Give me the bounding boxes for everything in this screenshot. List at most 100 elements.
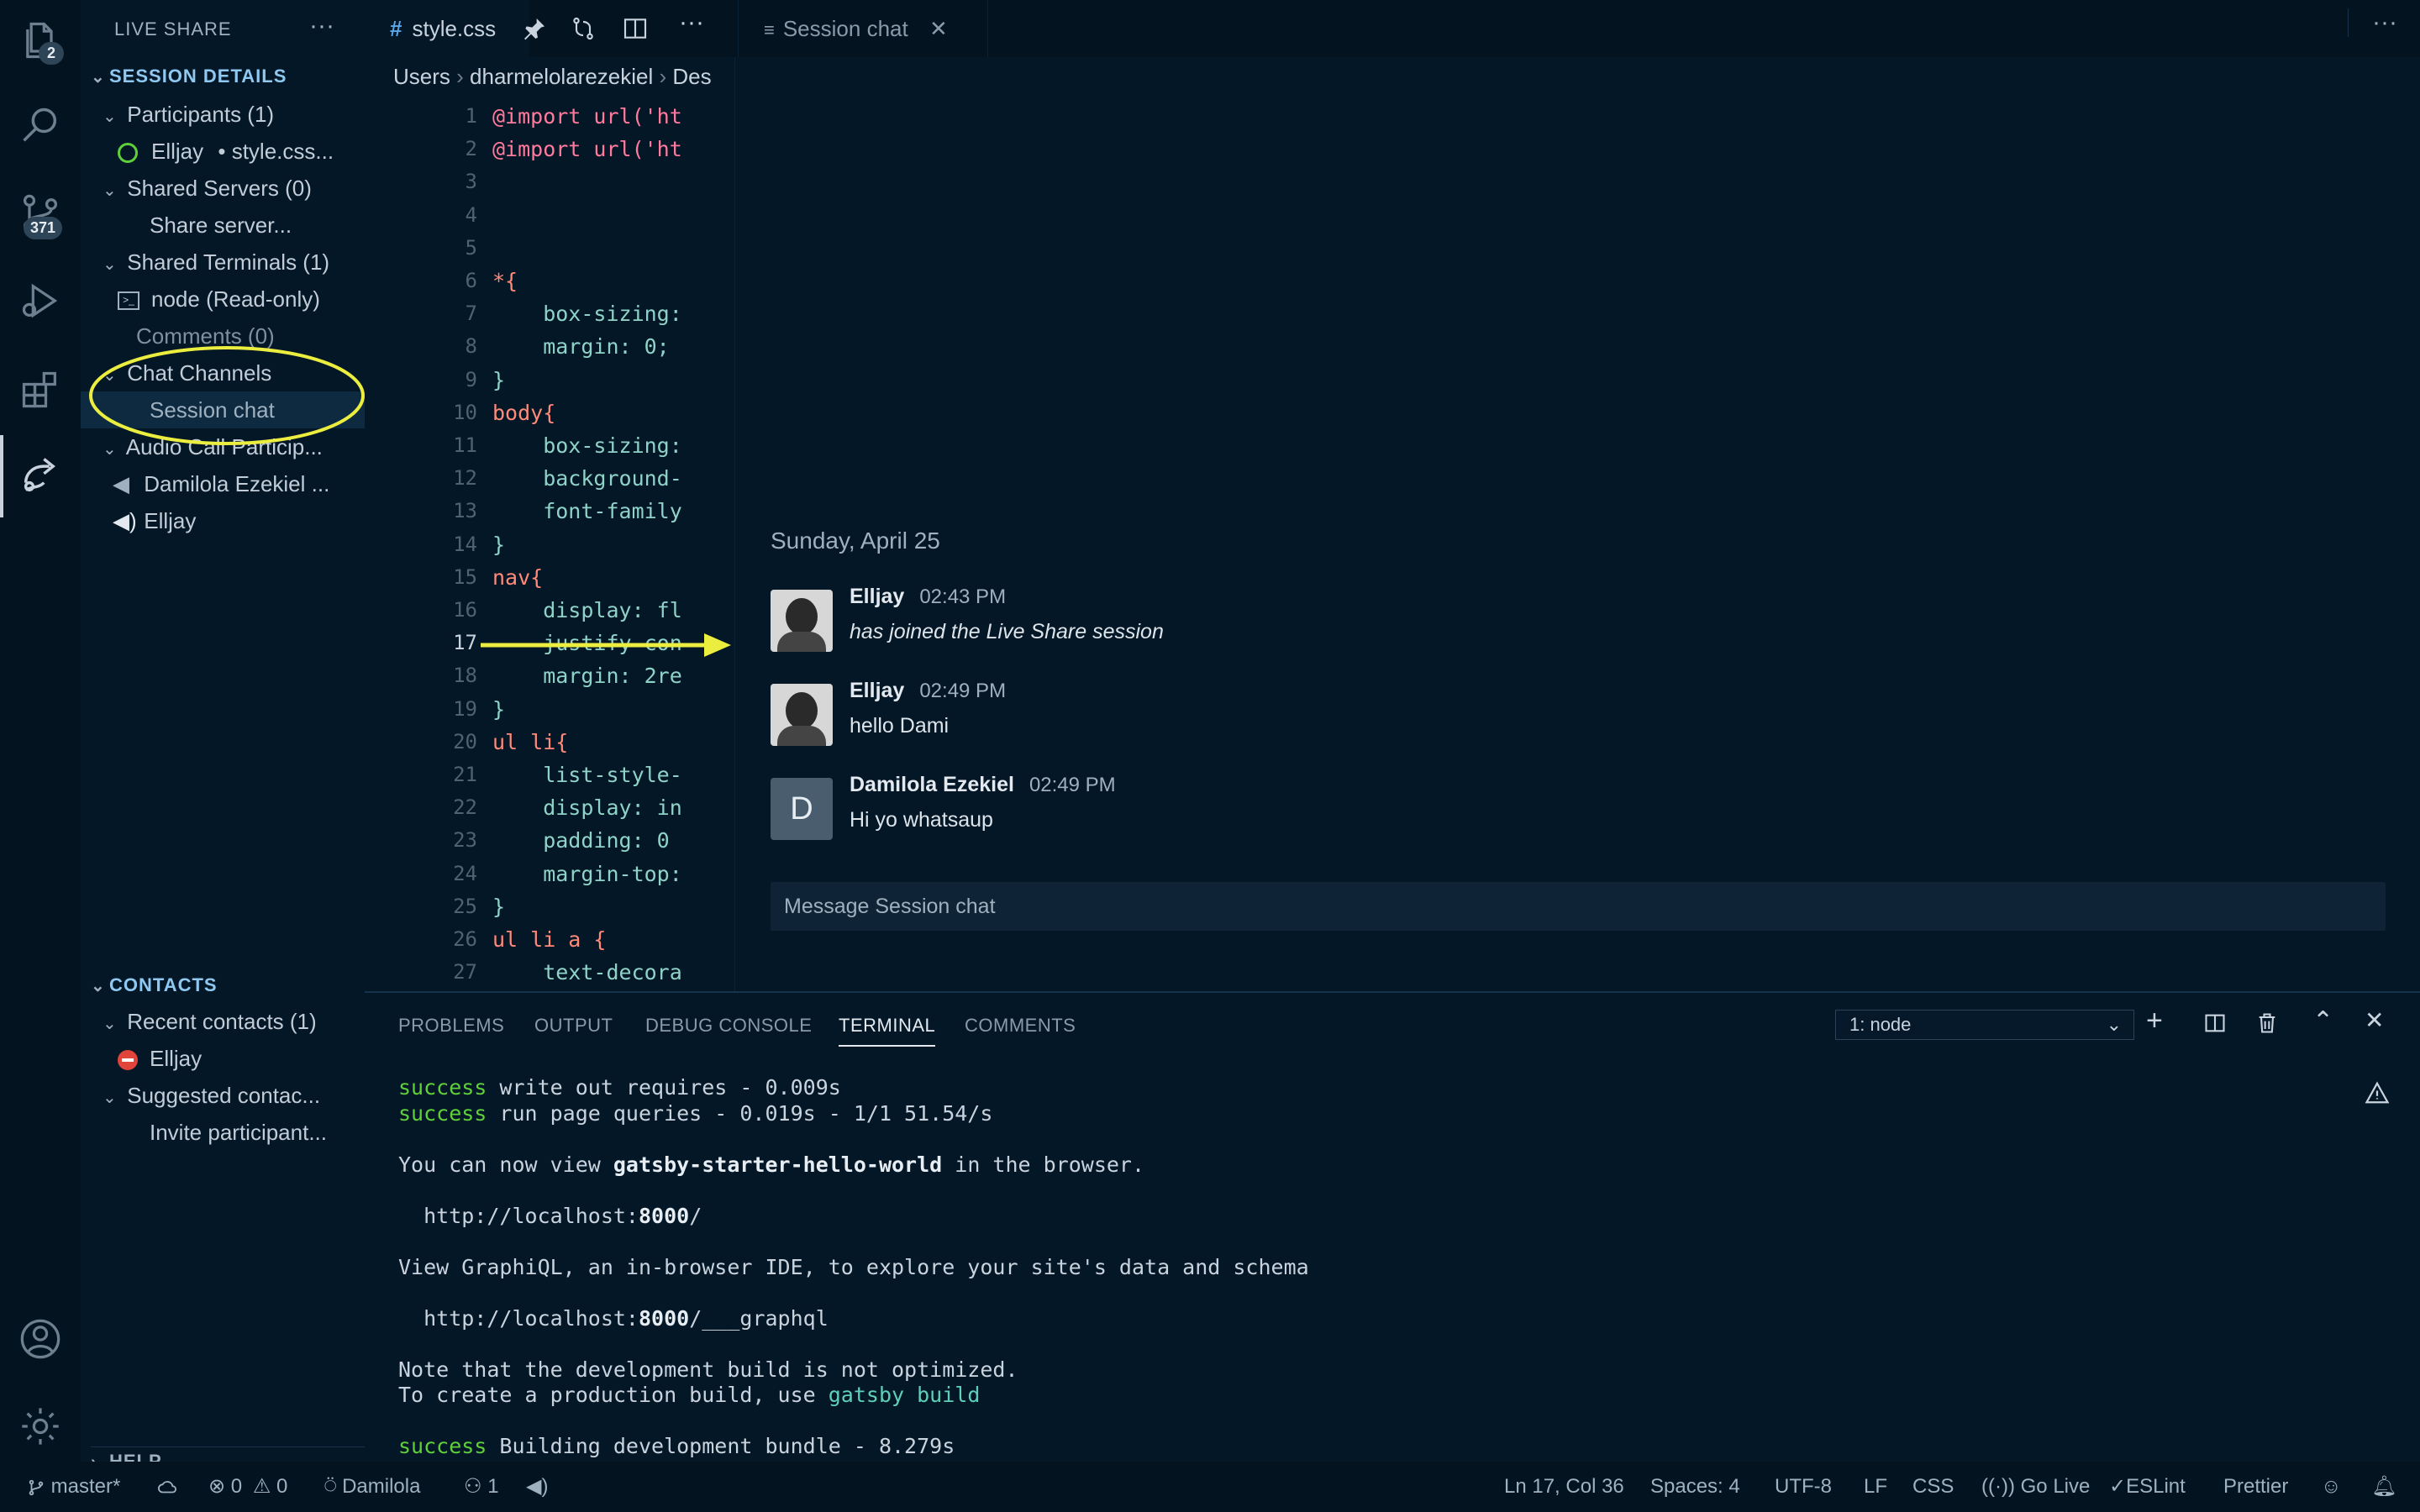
chevron-down-icon: ⌄ (103, 108, 117, 126)
audio-participant-damilola[interactable]: ◀ Damilola Ezekiel ... (81, 465, 397, 502)
code-line[interactable]: list-style- (492, 763, 682, 787)
notifications-bell-icon[interactable]: 🔔︎ (2371, 1462, 2396, 1512)
code-line[interactable]: background- (492, 466, 682, 491)
terminal-node-item[interactable]: >_ node (Read-only) (81, 281, 402, 318)
tree-suggested-contacts[interactable]: ⌄ Suggested contac... (81, 1077, 387, 1114)
code-line[interactable]: } (492, 697, 505, 722)
message-input[interactable]: Message Session chat (771, 882, 2386, 931)
more-actions-icon[interactable]: ··· (309, 12, 334, 40)
code-line[interactable]: } (492, 368, 505, 392)
tab-session-chat[interactable]: ≡ Session chat ✕ (738, 0, 988, 57)
terminal-line: http://localhost:8000/___graphql (398, 1306, 829, 1331)
contacts-header[interactable]: ⌄ CONTACTS (91, 974, 218, 996)
eol[interactable]: LF (1864, 1462, 1887, 1512)
split-terminal-icon[interactable] (2203, 1011, 2227, 1039)
css-file-icon: # (390, 16, 402, 41)
warning-icon[interactable] (2365, 1080, 2390, 1110)
terminal-select[interactable]: 1: node ⌄ (1835, 1010, 2134, 1040)
double-check-icon: ✓ (2109, 1475, 2127, 1498)
tab-problems[interactable]: PROBLEMS (398, 1015, 504, 1037)
code-line[interactable]: nav{ (492, 565, 543, 590)
live-share-user[interactable]: ⍥ Damilola (324, 1462, 420, 1512)
code-line[interactable]: ul li a { (492, 927, 606, 952)
sender-name: Elljay (850, 679, 905, 702)
maximize-panel-icon[interactable]: ⌃ (2312, 1006, 2333, 1036)
cursor-position[interactable]: Ln 17, Col 36 (1504, 1462, 1624, 1512)
code-line[interactable]: } (492, 895, 505, 919)
tree-recent-contacts[interactable]: ⌄ Recent contacts (1) (81, 1003, 387, 1040)
tab-output[interactable]: OUTPUT (534, 1015, 613, 1037)
tree-participants[interactable]: ⌄ Participants (1) (81, 96, 387, 133)
code-line[interactable]: margin: 0; (492, 334, 670, 359)
prettier-status[interactable]: Prettier (2223, 1462, 2288, 1512)
kill-terminal-icon[interactable] (2255, 1011, 2279, 1039)
speaker-muted-icon: ◀ (113, 471, 129, 496)
tree-shared-terminals[interactable]: ⌄ Shared Terminals (1) (81, 244, 387, 281)
tree-shared-servers[interactable]: ⌄ Shared Servers (0) (81, 170, 387, 207)
participants-status[interactable]: ⚇ 1 (464, 1462, 499, 1512)
audio-status-icon[interactable]: ◀) (526, 1462, 548, 1512)
code-line[interactable]: @import url('ht (492, 137, 682, 161)
settings-gear-icon[interactable] (18, 1404, 62, 1448)
code-line[interactable]: padding: 0 (492, 828, 670, 853)
terminal-line: success write out requires - 0.009s (398, 1075, 841, 1100)
code-line[interactable]: box-sizing: (492, 433, 682, 458)
account-icon[interactable] (18, 1317, 62, 1361)
broadcast-icon: ((·)) (1981, 1475, 2015, 1498)
code-line[interactable]: font-family (492, 499, 682, 523)
code-line[interactable]: text-decora (492, 960, 682, 984)
run-debug-icon[interactable] (18, 279, 62, 323)
code-line[interactable]: display: in (492, 795, 682, 820)
code-line[interactable]: display: fl (492, 598, 682, 622)
avatar[interactable] (771, 590, 833, 652)
feedback-icon[interactable]: ☺ (2321, 1462, 2342, 1512)
line-number: 13 (453, 499, 477, 523)
participant-elljay[interactable]: Elljay • style.css... (81, 133, 402, 170)
explorer-badge: 2 (39, 42, 64, 65)
code-line[interactable]: ul li{ (492, 730, 568, 754)
contact-elljay[interactable]: Elljay (81, 1040, 402, 1077)
code-line[interactable]: *{ (492, 269, 518, 293)
chat-date: Sunday, April 25 (771, 528, 940, 554)
editor-more-icon[interactable]: ··· (679, 8, 704, 37)
split-editor-icon[interactable] (622, 15, 649, 46)
code-line[interactable]: @import url('ht (492, 104, 682, 129)
indentation[interactable]: Spaces: 4 (1650, 1462, 1740, 1512)
eslint-status[interactable]: ✓ESLint (2109, 1462, 2186, 1512)
go-live[interactable]: ((·)) Go Live (1981, 1462, 2090, 1512)
branch-status[interactable]: master* (27, 1462, 120, 1512)
code-line[interactable]: } (492, 533, 505, 557)
code-line[interactable]: margin: 2re (492, 664, 682, 688)
live-share-icon[interactable] (18, 454, 62, 497)
compare-changes-icon[interactable] (570, 15, 597, 46)
language-mode[interactable]: CSS (1912, 1462, 1954, 1512)
pin-icon[interactable] (521, 15, 548, 42)
tab-debug-console[interactable]: DEBUG CONSOLE (645, 1015, 812, 1037)
code-line[interactable]: body{ (492, 401, 555, 425)
code-line[interactable]: box-sizing: (492, 302, 682, 326)
avatar[interactable] (771, 684, 833, 746)
extensions-icon[interactable] (18, 368, 62, 412)
live-share-sidebar: LIVE SHARE ··· ⌄ SESSION DETAILS ⌄ Partic… (81, 0, 434, 1472)
code-editor[interactable]: Users › dharmelolarezekiel › Des 1 @impor… (365, 57, 734, 991)
sync-icon[interactable] (156, 1462, 178, 1512)
audio-participant-elljay[interactable]: ◀) Elljay (81, 502, 397, 539)
avatar[interactable]: D (771, 778, 833, 840)
breadcrumb-item[interactable]: Users (393, 64, 450, 89)
breadcrumb-item[interactable]: dharmelolarezekiel (470, 64, 653, 89)
tab-comments[interactable]: COMMENTS (965, 1015, 1076, 1037)
problems-status[interactable]: ⊗ 0 ⚠ 0 (208, 1462, 287, 1512)
encoding[interactable]: UTF-8 (1775, 1462, 1832, 1512)
search-icon[interactable] (18, 104, 62, 148)
close-tab-icon[interactable]: ✕ (929, 16, 948, 41)
tab-style-css[interactable]: # style.css (365, 0, 529, 57)
chevron-down-icon: ⌄ (2106, 1014, 2122, 1035)
breadcrumb-item[interactable]: Des (672, 64, 711, 89)
terminal-segment: run page queries - 0.019s - 1/1 51.54/s (487, 1100, 993, 1126)
new-terminal-icon[interactable]: + (2146, 1005, 2163, 1037)
close-panel-icon[interactable]: ✕ (2365, 1006, 2384, 1034)
session-details-header[interactable]: ⌄ SESSION DETAILS (91, 66, 287, 87)
tab-terminal[interactable]: TERMINAL (839, 1015, 936, 1047)
code-line[interactable]: margin-top: (492, 862, 682, 886)
chat-more-icon[interactable]: ··· (2348, 8, 2397, 37)
